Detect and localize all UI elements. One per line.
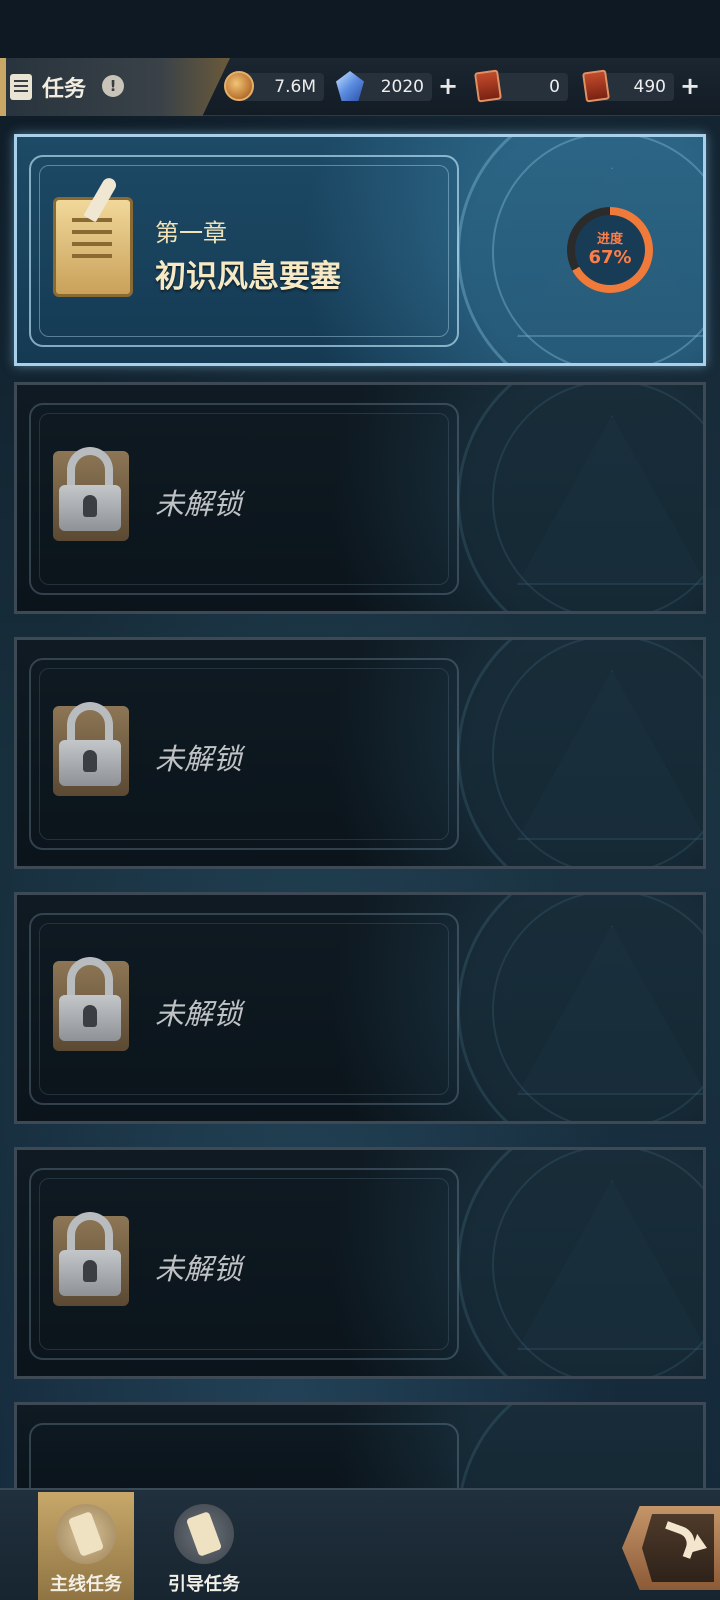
ticket-icon: [474, 69, 502, 103]
lock-icon: [53, 702, 129, 796]
tab-label: 引导任务: [168, 1574, 240, 1595]
resource-ticket-b: 490 +: [582, 69, 700, 103]
gem-icon: [336, 71, 364, 101]
ticket-a-value: 0: [549, 77, 560, 97]
top-bar: 任务 ! 7.6M 2020 + 0 490 +: [0, 58, 720, 116]
status-strip: [0, 0, 720, 58]
ticket-b-value: 490: [633, 77, 666, 97]
chapter-card-6-partial[interactable]: [14, 1402, 706, 1492]
locked-label: 未解锁: [155, 742, 243, 776]
card-frame: [29, 1423, 459, 1489]
chapter-card-1[interactable]: 第一章 初识风息要塞 进度 67%: [14, 134, 706, 366]
lock-icon: [53, 447, 129, 541]
chapter-card-2[interactable]: 未解锁: [14, 382, 706, 614]
locked-label: 未解锁: [155, 1252, 243, 1286]
locked-label: 未解锁: [155, 997, 243, 1031]
add-gem-button[interactable]: +: [436, 74, 460, 98]
magic-circle-decoration: [457, 1405, 703, 1489]
bone-scroll-icon: [174, 1504, 234, 1564]
bottom-nav: 主线任务 引导任务: [0, 1488, 720, 1600]
chapter-card-3[interactable]: 未解锁: [14, 637, 706, 869]
add-ticket-button[interactable]: +: [678, 74, 702, 98]
chapter-card-4[interactable]: 未解锁: [14, 892, 706, 1124]
coin-value: 7.6M: [274, 77, 316, 97]
tab-label: 主线任务: [50, 1574, 122, 1595]
progress-ring-center: 进度 67%: [575, 215, 645, 285]
ticket-icon: [582, 69, 610, 103]
resource-coin: 7.6M: [224, 71, 324, 101]
progress-value: 67%: [588, 247, 632, 268]
locked-label: 未解锁: [155, 487, 243, 521]
title-accent: [0, 58, 6, 116]
info-icon[interactable]: !: [102, 75, 124, 97]
tab-main-quest[interactable]: 主线任务: [38, 1492, 134, 1600]
scroll-icon: [56, 1504, 116, 1564]
page-title: 任务: [42, 77, 87, 102]
quest-scroll-icon: [53, 197, 133, 297]
chapter-number: 第一章: [155, 219, 227, 247]
progress-ring: 进度 67%: [567, 207, 653, 293]
chapter-title: 初识风息要塞: [155, 259, 341, 295]
resource-gem: 2020 +: [336, 71, 458, 101]
lock-icon: [53, 957, 129, 1051]
lock-icon: [53, 1212, 129, 1306]
resource-ticket-a: 0: [474, 69, 568, 103]
gem-value: 2020: [380, 77, 424, 97]
tab-guide-quest[interactable]: 引导任务: [156, 1492, 252, 1600]
next-button[interactable]: [622, 1506, 720, 1590]
chapter-card-5[interactable]: 未解锁: [14, 1147, 706, 1379]
progress-label: 进度: [596, 232, 623, 247]
coin-icon: [224, 71, 254, 101]
task-list-icon: [10, 74, 32, 100]
